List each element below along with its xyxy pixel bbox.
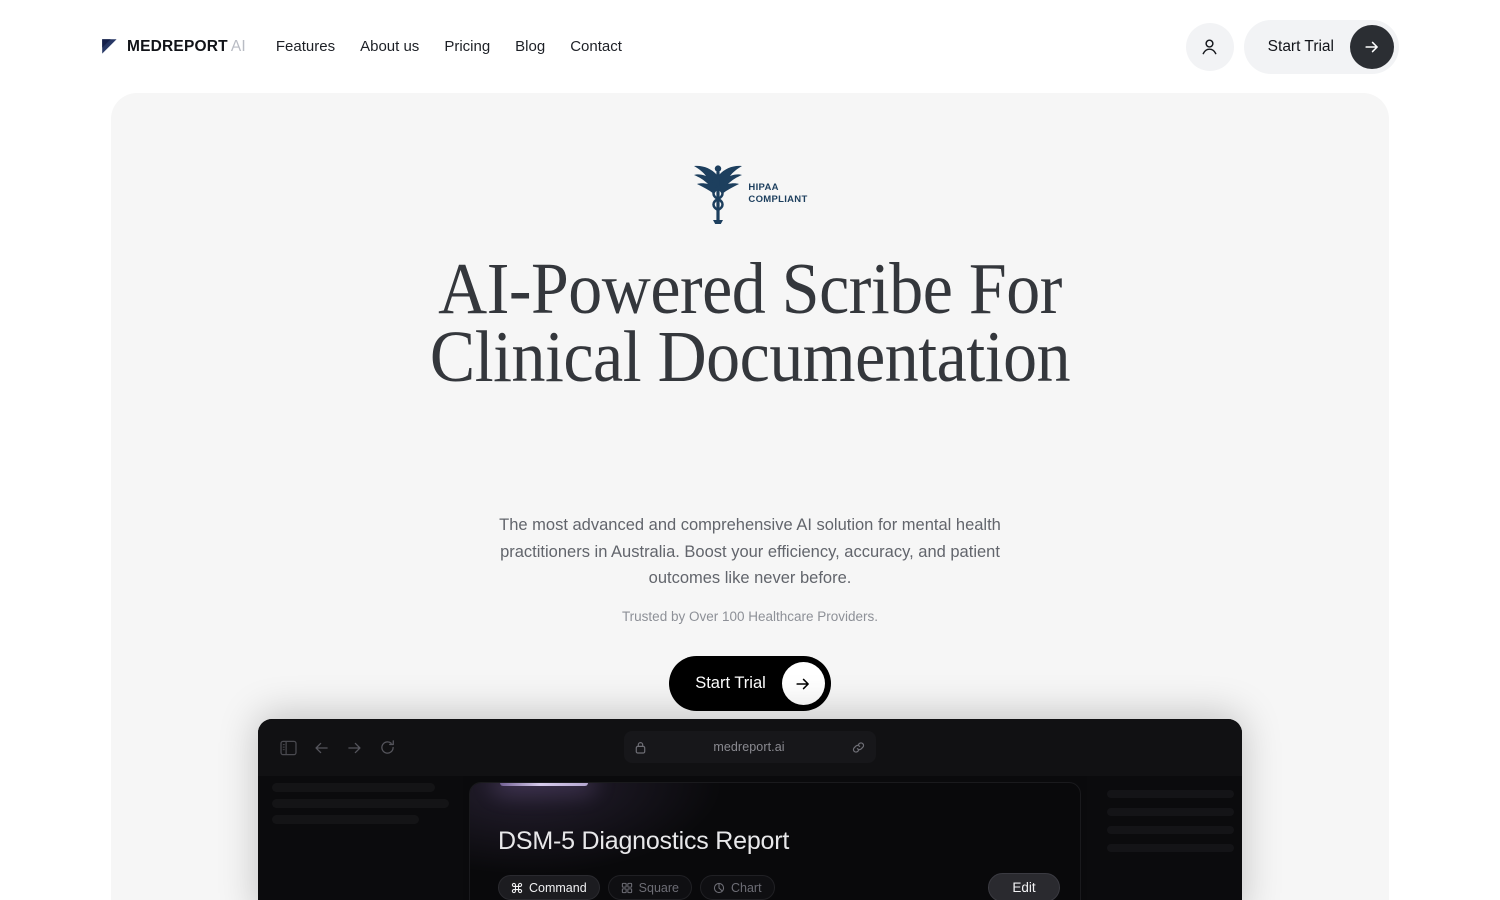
arrow-left-icon[interactable] <box>313 740 330 756</box>
hero-section: HIPAA COMPLIANT AI-Powered Scribe For Cl… <box>111 93 1389 900</box>
chip-command[interactable]: Command <box>498 875 600 900</box>
nav-start-trial-arrow <box>1350 24 1394 69</box>
brand-wordmark: MEDREPORT AI <box>127 38 246 56</box>
link-chain-icon[interactable] <box>852 741 865 754</box>
account-button[interactable] <box>1185 22 1234 71</box>
chip-square[interactable]: Square <box>607 875 692 900</box>
hero-start-trial-arrow <box>781 662 825 705</box>
user-person-icon <box>1202 39 1217 55</box>
hipaa-badge-line2: COMPLIANT <box>748 194 808 205</box>
reload-refresh-icon[interactable] <box>379 739 396 756</box>
hero-start-trial-label: Start Trial <box>695 674 766 692</box>
browser-url-text: medreport.ai <box>713 740 785 754</box>
browser-url-bar[interactable]: medreport.ai <box>624 731 876 763</box>
chip-chart-label: Chart <box>730 880 762 895</box>
hero-trust-line: Trusted by Over 100 Healthcare Providers… <box>621 609 879 624</box>
chip-chart[interactable]: Chart <box>699 875 775 900</box>
report-toolbar-chips: Command Square Chart <box>498 875 775 900</box>
nav-link-pricing[interactable]: Pricing <box>444 38 490 55</box>
skeleton-bar <box>1107 826 1234 834</box>
command-key-icon <box>511 882 523 893</box>
nav-right-actions: Start Trial <box>1185 19 1399 74</box>
report-title: DSM-5 Diagnostics Report <box>498 827 790 855</box>
arrow-right-icon <box>796 678 810 689</box>
browser-chrome-toolbar: medreport.ai <box>258 719 1242 776</box>
skeleton-bar <box>1107 790 1234 798</box>
brand-logo[interactable]: MEDREPORT AI <box>101 38 246 56</box>
app-right-panel <box>1087 776 1242 900</box>
arrow-right-icon[interactable] <box>346 740 363 756</box>
app-left-sidebar <box>258 776 463 900</box>
hero-start-trial-button[interactable]: Start Trial <box>669 656 831 711</box>
report-document-card: DSM-5 Diagnostics Report Command Square … <box>469 782 1081 900</box>
nav-link-blog[interactable]: Blog <box>515 38 545 55</box>
sidebar-panel-icon[interactable] <box>280 740 297 756</box>
nav-start-trial-button[interactable]: Start Trial <box>1243 19 1399 74</box>
nav-link-features[interactable]: Features <box>276 38 335 55</box>
skeleton-bar <box>272 783 435 792</box>
skeleton-bar <box>272 815 419 824</box>
hero-title-line-2: Clinical Documentation <box>429 316 1071 397</box>
nav-link-contact[interactable]: Contact <box>570 38 622 55</box>
nav-link-about-us[interactable]: About us <box>360 38 419 55</box>
primary-nav-links: Features About us Pricing Blog Contact <box>276 38 622 55</box>
lock-secure-icon <box>635 741 646 754</box>
app-viewport: DSM-5 Diagnostics Report Command Square … <box>258 776 1242 900</box>
browser-mockup: medreport.ai DSM-5 Diagnostics Report Co… <box>258 719 1242 900</box>
arrow-right-icon <box>1365 41 1378 52</box>
hero-title-line-1: AI-Powered Scribe For <box>438 248 1062 329</box>
edit-report-button[interactable]: Edit <box>988 873 1060 900</box>
browser-toolbar-icons <box>280 739 396 756</box>
top-navigation-bar: MEDREPORT AI Features About us Pricing Bl… <box>0 0 1500 93</box>
active-tab-indicator <box>500 783 588 786</box>
caduceus-medical-icon <box>694 165 743 224</box>
pie-chart-icon <box>713 882 725 893</box>
grid-square-icon <box>621 882 632 893</box>
hipaa-badge-line1: HIPAA <box>748 182 779 193</box>
nav-start-trial-label: Start Trial <box>1267 37 1334 55</box>
hero-subtitle: The most advanced and comprehensive AI s… <box>499 516 1001 587</box>
skeleton-bar <box>1107 844 1234 852</box>
skeleton-bar <box>1107 808 1234 816</box>
brand-name: MEDREPORT <box>127 37 228 55</box>
skeleton-bar <box>272 799 449 808</box>
chip-command-label: Command <box>529 880 587 895</box>
page-title: AI-Powered Scribe For Clinical Documenta… <box>156 248 1345 397</box>
hipaa-compliance-badge: HIPAA COMPLIANT <box>111 163 1389 225</box>
chip-square-label: Square <box>638 880 679 895</box>
brand-suffix: AI <box>230 37 246 55</box>
flag-triangle-logo-icon <box>102 39 117 54</box>
